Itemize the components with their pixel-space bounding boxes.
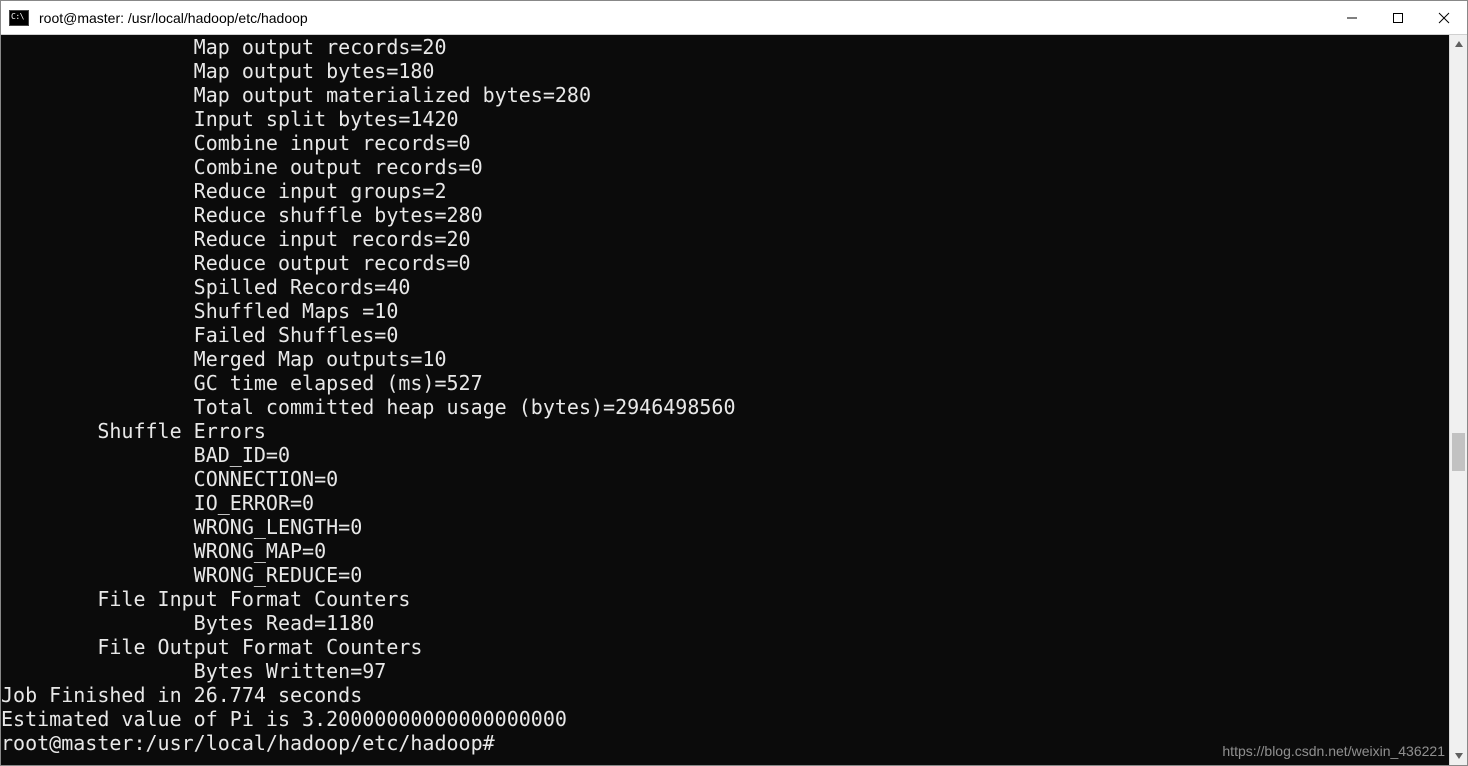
- output-line: Job Finished in 26.774 seconds: [1, 683, 1449, 707]
- scrollbar-thumb[interactable]: [1452, 433, 1465, 471]
- terminal-window: root@master: /usr/local/hadoop/etc/hadoo…: [0, 0, 1468, 766]
- window-title: root@master: /usr/local/hadoop/etc/hadoo…: [37, 10, 1329, 26]
- output-line: Bytes Written=97: [1, 659, 1449, 683]
- close-button[interactable]: [1421, 1, 1467, 34]
- output-line: Combine output records=0: [1, 155, 1449, 179]
- output-line: Map output records=20: [1, 35, 1449, 59]
- prompt-line[interactable]: root@master:/usr/local/hadoop/etc/hadoop…: [1, 731, 1449, 755]
- window-controls: [1329, 1, 1467, 34]
- output-line: Reduce input records=20: [1, 227, 1449, 251]
- terminal-output[interactable]: Map output records=20 Map output bytes=1…: [1, 35, 1449, 765]
- output-line: IO_ERROR=0: [1, 491, 1449, 515]
- output-line: Shuffle Errors: [1, 419, 1449, 443]
- client-area: Map output records=20 Map output bytes=1…: [1, 35, 1467, 765]
- output-line: Reduce output records=0: [1, 251, 1449, 275]
- output-line: BAD_ID=0: [1, 443, 1449, 467]
- output-line: Spilled Records=40: [1, 275, 1449, 299]
- output-line: Combine input records=0: [1, 131, 1449, 155]
- output-line: WRONG_MAP=0: [1, 539, 1449, 563]
- vertical-scrollbar[interactable]: [1449, 35, 1467, 765]
- minimize-button[interactable]: [1329, 1, 1375, 34]
- output-line: Map output bytes=180: [1, 59, 1449, 83]
- output-line: Shuffled Maps =10: [1, 299, 1449, 323]
- output-line: File Output Format Counters: [1, 635, 1449, 659]
- output-line: CONNECTION=0: [1, 467, 1449, 491]
- maximize-button[interactable]: [1375, 1, 1421, 34]
- close-icon: [1438, 12, 1450, 24]
- minimize-icon: [1346, 12, 1358, 24]
- output-line: Input split bytes=1420: [1, 107, 1449, 131]
- output-line: File Input Format Counters: [1, 587, 1449, 611]
- output-line: WRONG_REDUCE=0: [1, 563, 1449, 587]
- output-line: GC time elapsed (ms)=527: [1, 371, 1449, 395]
- output-line: Total committed heap usage (bytes)=29464…: [1, 395, 1449, 419]
- app-icon-slot: [1, 1, 37, 34]
- scrollbar-track[interactable]: [1450, 53, 1467, 747]
- scroll-down-button[interactable]: [1450, 747, 1467, 765]
- maximize-icon: [1392, 12, 1404, 24]
- scroll-up-button[interactable]: [1450, 35, 1467, 53]
- output-line: Merged Map outputs=10: [1, 347, 1449, 371]
- output-line: Map output materialized bytes=280: [1, 83, 1449, 107]
- chevron-up-icon: [1454, 39, 1464, 49]
- output-line: Estimated value of Pi is 3.2000000000000…: [1, 707, 1449, 731]
- prompt-text: root@master:/usr/local/hadoop/etc/hadoop…: [1, 731, 495, 755]
- cmd-icon: [9, 10, 29, 26]
- title-bar[interactable]: root@master: /usr/local/hadoop/etc/hadoo…: [1, 1, 1467, 35]
- chevron-down-icon: [1454, 751, 1464, 761]
- output-line: Reduce input groups=2: [1, 179, 1449, 203]
- output-line: Bytes Read=1180: [1, 611, 1449, 635]
- output-line: Failed Shuffles=0: [1, 323, 1449, 347]
- output-line: Reduce shuffle bytes=280: [1, 203, 1449, 227]
- output-line: WRONG_LENGTH=0: [1, 515, 1449, 539]
